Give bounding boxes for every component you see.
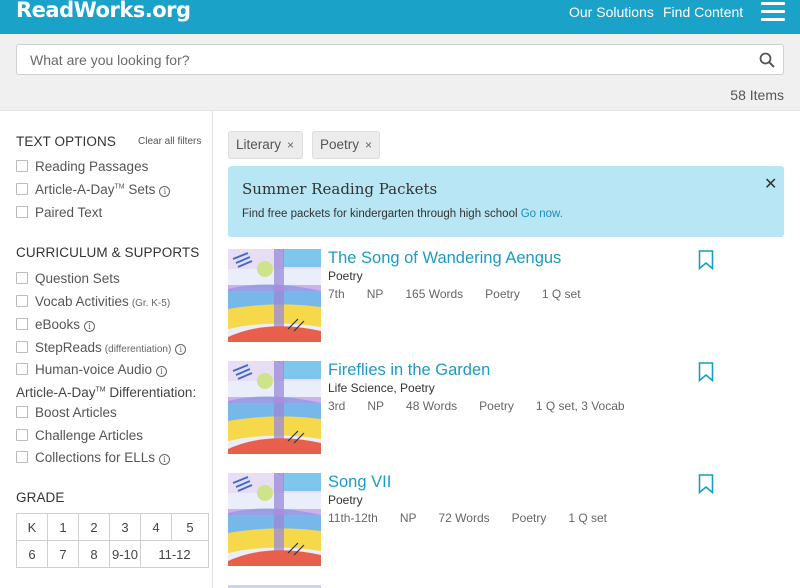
result-meta: 7th NP 165 Words Poetry 1 Q set — [328, 287, 581, 301]
banner-text: Find free packets for kindergarten throu… — [242, 208, 563, 220]
grade-11-12[interactable]: 11-12 — [140, 540, 209, 568]
clear-filters-link[interactable]: Clear all filters — [138, 136, 201, 147]
result-meta: 11th-12th NP 72 Words Poetry 1 Q set — [328, 511, 608, 525]
grade-5[interactable]: 5 — [171, 513, 209, 541]
filter-stepreads[interactable]: StepReads (differentiation) i — [16, 340, 187, 358]
filter-challenge-articles[interactable]: Challenge Articles — [16, 428, 143, 446]
checkbox[interactable] — [16, 318, 28, 330]
grade-k[interactable]: K — [16, 513, 48, 541]
grade-grid: K 1 2 3 4 5 6 7 8 9-10 11-12 — [16, 513, 209, 568]
filter-boost-articles[interactable]: Boost Articles — [16, 405, 117, 423]
result-count: 58 Items — [730, 87, 784, 103]
grade-7[interactable]: 7 — [47, 540, 79, 568]
top-nav-bar: ReadWorks.org Our Solutions Find Content — [0, 0, 800, 34]
banner-link[interactable]: Go now. — [521, 208, 563, 220]
result-card: Fireflies in the Garden Life Science, Po… — [228, 361, 784, 456]
checkbox[interactable] — [16, 160, 28, 172]
search-input[interactable] — [17, 45, 717, 74]
banner-title: Summer Reading Packets — [242, 180, 438, 198]
bookmark-icon[interactable] — [698, 474, 714, 494]
filter-reading-passages[interactable]: Reading Passages — [16, 159, 148, 177]
checkbox[interactable] — [16, 451, 28, 463]
differentiation-heading: Article-A-DayTM Differentiation: — [16, 385, 197, 400]
filter-chip-literary[interactable]: Literary × — [228, 131, 303, 159]
site-logo[interactable]: ReadWorks.org — [16, 0, 191, 22]
result-title[interactable]: Song VII — [328, 473, 391, 492]
info-icon[interactable]: i — [159, 454, 171, 465]
search-icon[interactable] — [759, 52, 775, 68]
filter-chip-poetry[interactable]: Poetry × — [312, 131, 380, 159]
info-icon[interactable]: i — [159, 186, 171, 197]
result-genre: Poetry — [328, 493, 363, 507]
nav-find-content[interactable]: Find Content — [663, 4, 743, 20]
filter-paired-text[interactable]: Paired Text — [16, 205, 102, 223]
text-options-heading: TEXT OPTIONS — [16, 134, 116, 149]
result-title[interactable]: Fireflies in the Garden — [328, 361, 490, 380]
result-genre: Poetry — [328, 269, 363, 283]
grade-1[interactable]: 1 — [47, 513, 79, 541]
filter-sidebar: TEXT OPTIONS Clear all filters Reading P… — [0, 111, 213, 588]
filter-article-a-day-sets[interactable]: Article-A-DayTM Sets i — [16, 182, 171, 200]
info-icon[interactable]: i — [175, 344, 187, 355]
close-icon[interactable]: × — [287, 138, 294, 152]
filter-question-sets[interactable]: Question Sets — [16, 271, 120, 289]
result-meta: 3rd NP 48 Words Poetry 1 Q set, 3 Vocab — [328, 399, 625, 413]
grade-9-10[interactable]: 9-10 — [109, 540, 141, 568]
checkbox[interactable] — [16, 206, 28, 218]
grade-6[interactable]: 6 — [16, 540, 48, 568]
checkbox[interactable] — [16, 272, 28, 284]
checkbox[interactable] — [16, 363, 28, 375]
info-icon[interactable]: i — [84, 321, 96, 332]
checkbox[interactable] — [16, 406, 28, 418]
close-icon[interactable]: × — [365, 138, 372, 152]
search-box — [16, 44, 784, 75]
search-band: 58 Items — [0, 34, 800, 111]
grade-2[interactable]: 2 — [78, 513, 110, 541]
bookmark-icon[interactable] — [698, 362, 714, 382]
result-title[interactable]: The Song of Wandering Aengus — [328, 249, 561, 268]
passage-thumbnail[interactable] — [228, 361, 321, 454]
grade-3[interactable]: 3 — [109, 513, 141, 541]
hamburger-icon[interactable] — [761, 2, 785, 21]
result-genre: Life Science, Poetry — [328, 381, 435, 395]
passage-thumbnail[interactable] — [228, 473, 321, 566]
filter-ebooks[interactable]: eBooks i — [16, 317, 96, 335]
nav-our-solutions[interactable]: Our Solutions — [569, 4, 654, 20]
close-icon[interactable]: ✕ — [764, 174, 777, 194]
grade-8[interactable]: 8 — [78, 540, 110, 568]
checkbox[interactable] — [16, 183, 28, 195]
summer-reading-banner: Summer Reading Packets Find free packets… — [228, 166, 784, 237]
checkbox[interactable] — [16, 341, 28, 353]
filter-collections-ells[interactable]: Collections for ELLs i — [16, 450, 171, 468]
filter-human-voice-audio[interactable]: Human-voice Audio i — [16, 362, 168, 380]
info-icon[interactable]: i — [156, 366, 168, 377]
grade-heading: GRADE — [16, 490, 65, 505]
filter-vocab-activities[interactable]: Vocab Activities (Gr. K-5) — [16, 294, 170, 312]
grade-4[interactable]: 4 — [140, 513, 172, 541]
checkbox[interactable] — [16, 429, 28, 441]
checkbox[interactable] — [16, 295, 28, 307]
bookmark-icon[interactable] — [698, 250, 714, 270]
passage-thumbnail[interactable] — [228, 249, 321, 342]
result-card: The Song of Wandering Aengus Poetry 7th N… — [228, 249, 784, 344]
curriculum-heading: CURRICULUM & SUPPORTS — [16, 245, 200, 260]
result-card: Song VII Poetry 11th-12th NP 72 Words Poetr… — [228, 473, 784, 568]
